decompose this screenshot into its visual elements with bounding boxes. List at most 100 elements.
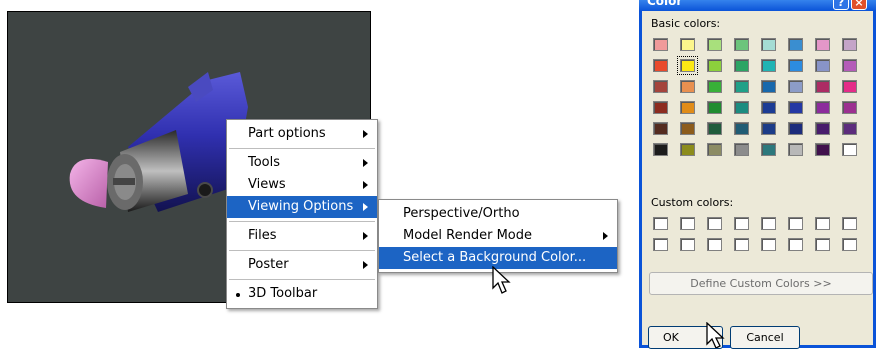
basic-color-swatch[interactable]	[761, 143, 776, 156]
basic-color-swatch[interactable]	[842, 59, 857, 72]
basic-color-swatch[interactable]	[842, 122, 857, 135]
basic-color-swatch[interactable]	[707, 38, 722, 51]
basic-color-swatch[interactable]	[653, 101, 668, 114]
basic-color-swatch[interactable]	[734, 101, 749, 114]
submenu-arrow-icon	[363, 130, 368, 138]
custom-color-swatch[interactable]	[815, 238, 830, 251]
basic-color-swatch[interactable]	[707, 143, 722, 156]
submenu-arrow-icon	[363, 159, 368, 167]
basic-color-swatch[interactable]	[734, 122, 749, 135]
viewing-options-submenu: Perspective/Ortho Model Render Mode Sele…	[378, 199, 618, 273]
help-button[interactable]: ?	[833, 0, 849, 10]
menu-item-viewing-options[interactable]: Viewing Options	[227, 196, 377, 218]
color-dialog: Color ? × Basic colors: Custom colors: D…	[639, 0, 876, 349]
basic-color-swatch[interactable]	[653, 59, 668, 72]
menu-item-perspective-ortho[interactable]: Perspective/Ortho	[379, 203, 617, 225]
menu-separator	[229, 279, 375, 280]
basic-color-swatch[interactable]	[680, 143, 695, 156]
basic-color-swatch[interactable]	[842, 80, 857, 93]
menu-item-label: Viewing Options	[248, 199, 354, 214]
custom-colors-label: Custom colors:	[651, 196, 734, 209]
close-button[interactable]: ×	[851, 0, 867, 10]
define-custom-colors-button[interactable]: Define Custom Colors >>	[649, 272, 873, 295]
dialog-title: Color	[647, 0, 683, 8]
custom-color-swatch[interactable]	[788, 217, 803, 230]
basic-color-swatch[interactable]	[842, 38, 857, 51]
basic-color-swatch[interactable]	[815, 59, 830, 72]
menu-item-part-options[interactable]: Part options	[227, 123, 377, 145]
basic-color-swatch[interactable]	[815, 143, 830, 156]
menu-separator	[229, 148, 375, 149]
basic-color-swatch[interactable]	[653, 143, 668, 156]
basic-color-swatch[interactable]	[788, 80, 803, 93]
basic-colors-label: Basic colors:	[651, 17, 721, 30]
menu-separator	[229, 221, 375, 222]
basic-color-swatch[interactable]	[842, 143, 857, 156]
custom-color-swatch[interactable]	[788, 238, 803, 251]
basic-color-swatch[interactable]	[761, 101, 776, 114]
basic-color-swatch[interactable]	[788, 59, 803, 72]
basic-color-swatch[interactable]	[734, 38, 749, 51]
basic-color-swatch[interactable]	[680, 122, 695, 135]
menu-item-3d-toolbar[interactable]: 3D Toolbar	[227, 283, 377, 305]
basic-color-swatch[interactable]	[734, 59, 749, 72]
basic-color-swatch[interactable]	[653, 122, 668, 135]
menu-item-files[interactable]: Files	[227, 225, 377, 247]
basic-color-swatch[interactable]	[680, 38, 695, 51]
checked-bullet-icon	[236, 293, 240, 297]
basic-color-swatch[interactable]	[761, 59, 776, 72]
custom-colors-grid	[653, 217, 857, 251]
custom-color-swatch[interactable]	[653, 238, 668, 251]
basic-color-swatch[interactable]	[761, 80, 776, 93]
menu-item-label: Select a Background Color...	[403, 250, 587, 265]
submenu-arrow-icon	[363, 232, 368, 240]
custom-color-swatch[interactable]	[653, 217, 668, 230]
basic-color-swatch[interactable]	[761, 122, 776, 135]
menu-item-label: Files	[248, 228, 277, 243]
title-bar[interactable]: Color ? ×	[639, 0, 876, 11]
basic-color-swatch[interactable]	[680, 80, 695, 93]
submenu-arrow-icon	[363, 203, 368, 211]
submenu-arrow-icon	[363, 261, 368, 269]
basic-color-swatch[interactable]	[707, 122, 722, 135]
menu-item-tools[interactable]: Tools	[227, 152, 377, 174]
menu-separator	[229, 250, 375, 251]
custom-color-swatch[interactable]	[842, 217, 857, 230]
menu-item-poster[interactable]: Poster	[227, 254, 377, 276]
basic-color-swatch[interactable]	[680, 101, 695, 114]
basic-color-swatch[interactable]	[707, 59, 722, 72]
basic-color-swatch[interactable]	[707, 101, 722, 114]
basic-color-swatch[interactable]	[653, 38, 668, 51]
menu-item-views[interactable]: Views	[227, 174, 377, 196]
custom-color-swatch[interactable]	[815, 217, 830, 230]
custom-color-swatch[interactable]	[707, 238, 722, 251]
basic-color-swatch[interactable]	[734, 143, 749, 156]
basic-color-swatch[interactable]	[761, 38, 776, 51]
custom-color-swatch[interactable]	[680, 217, 695, 230]
menu-item-model-render-mode[interactable]: Model Render Mode	[379, 225, 617, 247]
menu-item-label: Tools	[248, 155, 281, 170]
basic-color-swatch[interactable]	[677, 56, 698, 75]
custom-color-swatch[interactable]	[680, 238, 695, 251]
custom-color-swatch[interactable]	[734, 238, 749, 251]
basic-color-swatch[interactable]	[815, 80, 830, 93]
basic-color-swatch[interactable]	[788, 38, 803, 51]
basic-color-swatch[interactable]	[815, 38, 830, 51]
custom-color-swatch[interactable]	[842, 238, 857, 251]
basic-color-swatch[interactable]	[788, 122, 803, 135]
menu-item-label: Views	[248, 177, 286, 192]
basic-color-swatch[interactable]	[815, 101, 830, 114]
custom-color-swatch[interactable]	[707, 217, 722, 230]
custom-color-swatch[interactable]	[761, 238, 776, 251]
basic-color-swatch[interactable]	[653, 80, 668, 93]
basic-color-swatch[interactable]	[734, 80, 749, 93]
basic-color-swatch[interactable]	[707, 80, 722, 93]
menu-item-label: Model Render Mode	[403, 228, 532, 243]
basic-color-swatch[interactable]	[788, 101, 803, 114]
custom-color-swatch[interactable]	[734, 217, 749, 230]
basic-color-swatch[interactable]	[842, 101, 857, 114]
menu-item-label: Poster	[248, 257, 289, 272]
basic-color-swatch[interactable]	[788, 143, 803, 156]
basic-color-swatch[interactable]	[815, 122, 830, 135]
custom-color-swatch[interactable]	[761, 217, 776, 230]
